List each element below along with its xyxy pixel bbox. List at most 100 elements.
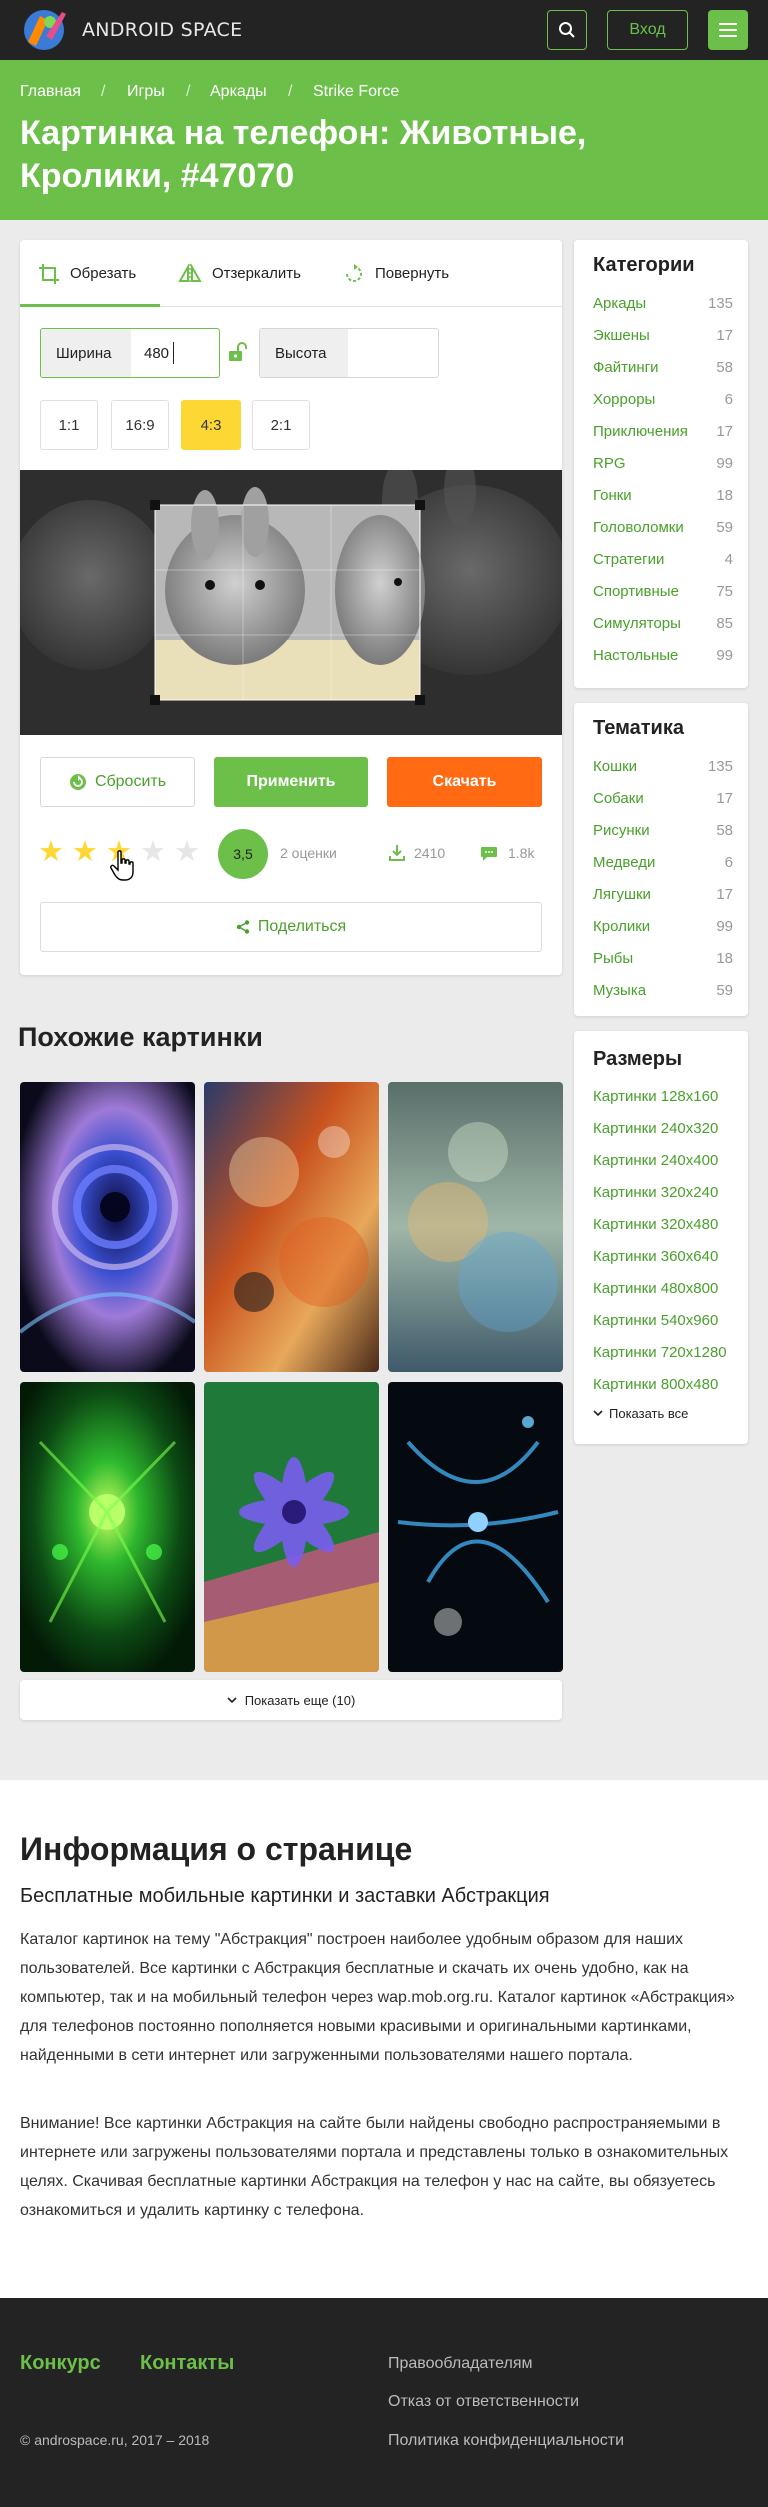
size-item-label: Картинки 480x800 xyxy=(593,1280,719,1297)
category-item-count: 58 xyxy=(716,359,733,376)
show-all-sizes-link[interactable]: Показать все xyxy=(593,1406,688,1421)
footer-link-contacts[interactable]: Контакты xyxy=(140,2352,234,2375)
size-item[interactable]: Картинки 320x240 xyxy=(593,1184,733,1201)
rating-star-4[interactable]: ★ xyxy=(140,838,166,867)
topic-item[interactable]: Рисунки 58 xyxy=(593,822,733,839)
share-button[interactable]: Поделиться xyxy=(40,902,542,952)
info-paragraph-2: Внимание! Все картинки Абстракция на сай… xyxy=(20,2115,729,2219)
menu-button[interactable] xyxy=(708,10,748,50)
rating-star-2[interactable]: ★ xyxy=(72,838,98,867)
category-item-count: 6 xyxy=(724,391,733,408)
rating-star-1[interactable]: ★ xyxy=(38,838,64,867)
topic-item[interactable]: Кролики 99 xyxy=(593,918,733,935)
topic-item-count: 59 xyxy=(716,982,733,999)
ratio-1-1-button[interactable]: 1:1 xyxy=(40,400,98,450)
ratio-4-3-button[interactable]: 4:3 xyxy=(181,400,241,450)
tab-crop[interactable]: Обрезать xyxy=(38,240,136,307)
footer-link-copyright-holders[interactable]: Правообладателям xyxy=(388,2355,533,2373)
topic-item-count: 18 xyxy=(716,950,733,967)
image-editor-card: Обрезать Отзеркалить Повернуть Ширина 48… xyxy=(20,240,562,975)
topic-item-count: 17 xyxy=(716,886,733,903)
category-item-count: 85 xyxy=(716,615,733,632)
category-item[interactable]: Гонки 18 xyxy=(593,487,733,504)
breadcrumb-arcades[interactable]: Аркады xyxy=(210,83,267,101)
footer-link-privacy[interactable]: Политика конфиденциальности xyxy=(388,2432,624,2450)
category-item[interactable]: Головоломки 59 xyxy=(593,519,733,536)
login-button[interactable]: Вход xyxy=(607,10,688,50)
category-item[interactable]: Хорроры 6 xyxy=(593,391,733,408)
height-input[interactable] xyxy=(360,328,435,378)
size-item[interactable]: Картинки 480x800 xyxy=(593,1280,733,1297)
topic-item[interactable]: Музыка 59 xyxy=(593,982,733,999)
category-item-count: 99 xyxy=(716,647,733,664)
width-input[interactable]: 480 xyxy=(144,328,175,378)
rating-star-5[interactable]: ★ xyxy=(174,838,200,867)
footer-link-contest[interactable]: Конкурс xyxy=(20,2352,101,2375)
category-item-label: Настольные xyxy=(593,647,679,664)
category-item[interactable]: Аркады 135 xyxy=(593,295,733,312)
apply-button[interactable]: Применить xyxy=(214,757,368,807)
size-item[interactable]: Картинки 540x960 xyxy=(593,1312,733,1329)
tab-rotate[interactable]: Повернуть xyxy=(343,240,449,307)
sizes-title: Размеры xyxy=(593,1048,683,1070)
category-item[interactable]: Файтинги 58 xyxy=(593,359,733,376)
category-item[interactable]: Экшены 17 xyxy=(593,327,733,344)
category-item[interactable]: RPG 99 xyxy=(593,455,733,472)
topic-item[interactable]: Собаки 17 xyxy=(593,790,733,807)
ratio-2-1-button[interactable]: 2:1 xyxy=(252,400,310,450)
reset-button[interactable]: Сбросить xyxy=(40,757,195,807)
tab-label: Обрезать xyxy=(70,265,137,282)
similar-thumbnail[interactable] xyxy=(20,1382,195,1672)
size-item[interactable]: Картинки 240x400 xyxy=(593,1152,733,1169)
category-item-label: Аркады xyxy=(593,295,647,312)
logo-icon[interactable] xyxy=(18,6,70,54)
similar-thumbnail[interactable] xyxy=(388,1082,563,1372)
topic-item[interactable]: Кошки 135 xyxy=(593,758,733,775)
category-item[interactable]: Приключения 17 xyxy=(593,423,733,440)
topic-item[interactable]: Медведи 6 xyxy=(593,854,733,871)
size-item-label: Картинки 720x1280 xyxy=(593,1344,727,1361)
size-item[interactable]: Картинки 320x480 xyxy=(593,1216,733,1233)
category-item-label: Симуляторы xyxy=(593,615,681,632)
similar-title: Похожие картинки xyxy=(18,1022,263,1052)
width-label: Ширина xyxy=(41,329,131,377)
similar-thumbnail[interactable] xyxy=(204,1382,379,1672)
category-item[interactable]: Симуляторы 85 xyxy=(593,615,733,632)
category-item[interactable]: Спортивные 75 xyxy=(593,583,733,600)
category-item-label: Стратегии xyxy=(593,551,665,568)
similar-thumbnail[interactable] xyxy=(204,1082,379,1372)
category-item-label: Экшены xyxy=(593,327,650,344)
size-item-label: Картинки 540x960 xyxy=(593,1312,719,1329)
reset-icon xyxy=(69,774,86,790)
chevron-down-icon xyxy=(593,1410,603,1417)
size-item[interactable]: Картинки 800x480 xyxy=(593,1376,733,1393)
footer-link-disclaimer[interactable]: Отказ от ответственности xyxy=(388,2393,579,2411)
tab-label: Повернуть xyxy=(375,265,450,282)
unlock-icon[interactable] xyxy=(227,341,247,368)
size-item-label: Картинки 360x640 xyxy=(593,1248,719,1265)
category-item[interactable]: Настольные 99 xyxy=(593,647,733,664)
search-button[interactable] xyxy=(547,10,587,50)
topic-item-label: Рыбы xyxy=(593,950,634,967)
size-item[interactable]: Картинки 360x640 xyxy=(593,1248,733,1265)
tab-mirror[interactable]: Отзеркалить xyxy=(178,240,301,307)
size-item[interactable]: Картинки 720x1280 xyxy=(593,1344,733,1361)
topic-item[interactable]: Лягушки 17 xyxy=(593,886,733,903)
hand-cursor-icon xyxy=(110,850,136,887)
size-item[interactable]: Картинки 240x320 xyxy=(593,1120,733,1137)
ratio-16-9-button[interactable]: 16:9 xyxy=(111,400,169,450)
topic-item[interactable]: Рыбы 18 xyxy=(593,950,733,967)
brand-name[interactable]: ANDROID SPACE xyxy=(82,19,242,41)
breadcrumb-home[interactable]: Главная xyxy=(20,83,81,101)
category-item[interactable]: Стратегии 4 xyxy=(593,551,733,568)
crop-preview-image[interactable] xyxy=(20,470,562,735)
similar-thumbnail[interactable] xyxy=(20,1082,195,1372)
breadcrumb-strike-force[interactable]: Strike Force xyxy=(313,83,399,101)
size-item[interactable]: Картинки 128x160 xyxy=(593,1088,733,1105)
topic-item-label: Музыка xyxy=(593,982,647,999)
show-more-button[interactable]: Показать еще (10) xyxy=(20,1680,562,1720)
size-item-label: Картинки 128x160 xyxy=(593,1088,719,1105)
download-button[interactable]: Скачать xyxy=(387,757,542,807)
similar-thumbnail[interactable] xyxy=(388,1382,563,1672)
breadcrumb-games[interactable]: Игры xyxy=(127,83,165,101)
